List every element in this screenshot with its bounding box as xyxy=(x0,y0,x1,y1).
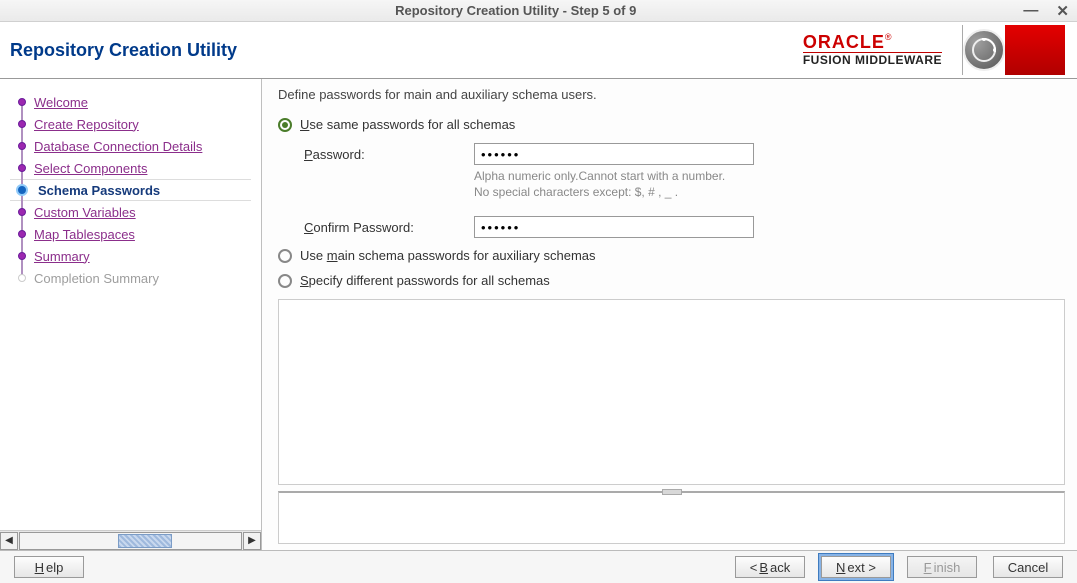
radio-icon[interactable] xyxy=(278,249,292,263)
step-label: Completion Summary xyxy=(34,271,159,286)
sidebar: Welcome Create Repository Database Conne… xyxy=(0,79,262,550)
scroll-track[interactable] xyxy=(19,532,242,550)
step-map-tablespaces[interactable]: Map Tablespaces xyxy=(10,223,261,245)
step-schema-passwords[interactable]: Schema Passwords xyxy=(10,179,251,201)
back-button[interactable]: < Back xyxy=(735,556,805,578)
finish-button: Finish xyxy=(907,556,977,578)
password-hint: Alpha numeric only.Cannot start with a n… xyxy=(474,169,1065,200)
step-select-components[interactable]: Select Components xyxy=(10,157,261,179)
page-title: Repository Creation Utility xyxy=(10,40,237,61)
brand-banner xyxy=(1005,25,1065,75)
step-label: Map Tablespaces xyxy=(34,227,135,242)
sidebar-scrollbar[interactable]: ◀ ▶ xyxy=(0,530,261,550)
close-icon[interactable]: ✕ xyxy=(1056,2,1069,20)
step-label: Summary xyxy=(34,249,90,264)
next-button[interactable]: Next > xyxy=(821,556,891,578)
confirm-password-input[interactable] xyxy=(474,216,754,238)
brand-sub: FUSION MIDDLEWARE xyxy=(803,52,942,67)
step-custom-variables[interactable]: Custom Variables xyxy=(10,201,261,223)
scroll-left-icon[interactable]: ◀ xyxy=(0,532,18,550)
message-panel xyxy=(278,491,1065,544)
step-welcome[interactable]: Welcome xyxy=(10,91,261,113)
cancel-button[interactable]: Cancel xyxy=(993,556,1063,578)
step-create-repository[interactable]: Create Repository xyxy=(10,113,261,135)
splitter-handle[interactable] xyxy=(662,489,682,495)
step-label: Database Connection Details xyxy=(34,139,202,154)
help-button[interactable]: Help xyxy=(14,556,84,578)
option-specify-passwords[interactable]: Specify different passwords for all sche… xyxy=(278,273,1065,288)
option-label: Use main schema passwords for auxiliary … xyxy=(300,248,596,263)
footer: Help < Back Next > Finish Cancel xyxy=(0,550,1077,583)
product-icon xyxy=(963,29,1005,71)
step-label: Select Components xyxy=(34,161,147,176)
radio-icon[interactable] xyxy=(278,118,292,132)
option-main-passwords[interactable]: Use main schema passwords for auxiliary … xyxy=(278,248,1065,263)
window-title: Repository Creation Utility - Step 5 of … xyxy=(8,3,1023,18)
step-label: Welcome xyxy=(34,95,88,110)
titlebar: Repository Creation Utility - Step 5 of … xyxy=(0,0,1077,22)
header: Repository Creation Utility ORACLE® FUSI… xyxy=(0,22,1077,79)
step-database-connection[interactable]: Database Connection Details xyxy=(10,135,261,157)
content-panel: Define passwords for main and auxiliary … xyxy=(262,79,1077,550)
instruction-text: Define passwords for main and auxiliary … xyxy=(278,87,1065,102)
logo-area: ORACLE® FUSION MIDDLEWARE xyxy=(803,25,1065,75)
schema-password-table xyxy=(278,299,1065,485)
step-completion-summary: Completion Summary xyxy=(10,267,261,289)
radio-icon[interactable] xyxy=(278,274,292,288)
option-same-passwords[interactable]: Use same passwords for all schemas xyxy=(278,117,1065,132)
step-summary[interactable]: Summary xyxy=(10,245,261,267)
confirm-password-label: Confirm Password: xyxy=(304,220,454,235)
brand-name: ORACLE xyxy=(803,32,885,52)
minimize-icon[interactable]: — xyxy=(1023,2,1038,20)
scroll-right-icon[interactable]: ▶ xyxy=(243,532,261,550)
scroll-thumb[interactable] xyxy=(118,534,172,548)
option-label: Specify different passwords for all sche… xyxy=(300,273,550,288)
step-label: Schema Passwords xyxy=(34,182,164,199)
password-label: Password: xyxy=(304,147,454,162)
password-input[interactable] xyxy=(474,143,754,165)
step-label: Custom Variables xyxy=(34,205,136,220)
step-label: Create Repository xyxy=(34,117,139,132)
option-label: Use same passwords for all schemas xyxy=(300,117,515,132)
